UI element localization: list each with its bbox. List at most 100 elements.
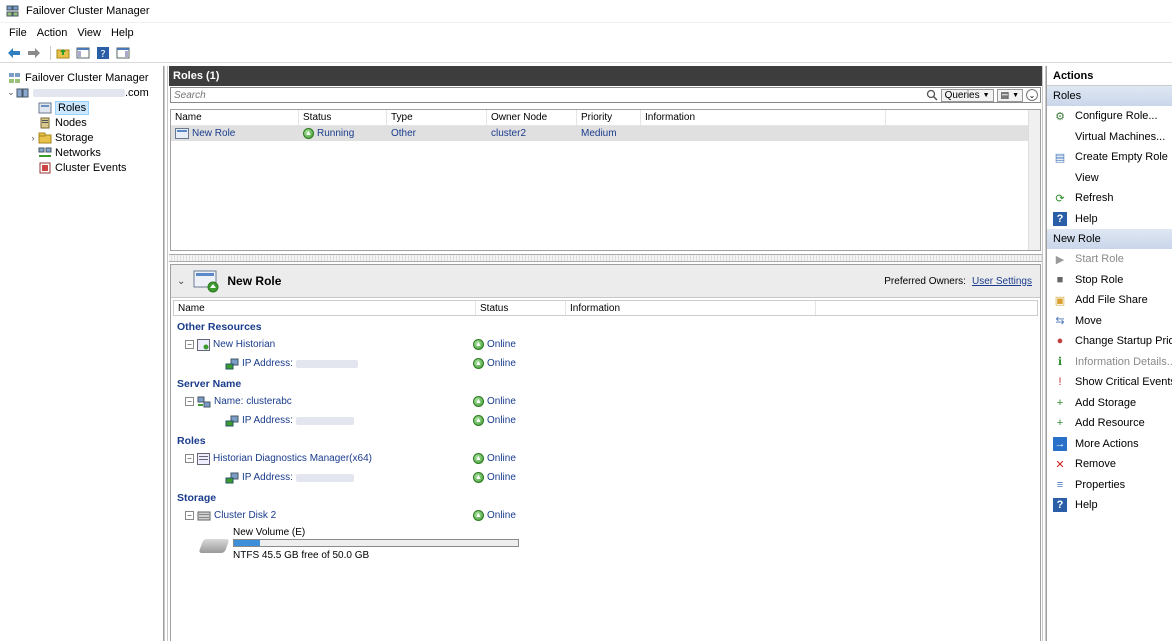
action-configure-role[interactable]: ⚙ Configure Role...	[1047, 106, 1172, 127]
action-start-role[interactable]: ▶ Start Role	[1047, 249, 1172, 270]
up-folder-button[interactable]	[55, 45, 71, 61]
column-header-type[interactable]: Type	[387, 110, 487, 125]
column-header-information[interactable]: Information	[566, 301, 816, 315]
action-label: View	[1075, 171, 1099, 184]
resource-status: Online	[487, 358, 516, 369]
save-query-button[interactable]: ▤ ▼	[996, 88, 1023, 102]
online-status-icon: ▲	[473, 415, 484, 426]
action-change-startup-priority[interactable]: ● Change Startup Priority	[1047, 331, 1172, 352]
more-actions-icon: →	[1053, 436, 1067, 451]
help-toolbar-button[interactable]: ?	[95, 45, 111, 61]
list-item[interactable]: − Name: clusterabc ▲ Online	[171, 392, 1040, 411]
table-row[interactable]: New Role ▲ Running Other cluster2 Medium	[171, 126, 1040, 141]
action-properties[interactable]: ≡ Properties	[1047, 475, 1172, 496]
action-information-details[interactable]: ℹ Information Details...	[1047, 352, 1172, 373]
expand-arrow-icon[interactable]: ›	[28, 133, 38, 143]
role-name: New Role	[192, 128, 236, 139]
forward-button[interactable]	[26, 45, 42, 61]
user-settings-link[interactable]: User Settings	[972, 276, 1032, 287]
ip-address-redacted	[295, 473, 354, 482]
actions-section-header[interactable]: Roles	[1047, 86, 1172, 106]
resource-status-cell: ▲ Online	[473, 396, 516, 407]
expand-chevron-icon[interactable]: ⌄	[6, 87, 16, 98]
tree-root[interactable]: Failover Cluster Manager	[0, 70, 163, 85]
action-refresh[interactable]: ⟳ Refresh	[1047, 188, 1172, 209]
column-header-owner-node[interactable]: Owner Node	[487, 110, 577, 125]
list-item[interactable]: IP Address: ▲ Online	[171, 411, 1040, 430]
action-label: Add File Share	[1075, 294, 1148, 307]
resources-list: Other Resources − New Historian ▲ Online…	[171, 318, 1040, 525]
list-item[interactable]: − Historian Diagnostics Manager(x64) ▲ O…	[171, 449, 1040, 468]
action-pane-toggle-button[interactable]	[115, 45, 131, 61]
tree-root-label: Failover Cluster Manager	[25, 71, 149, 84]
role-priority: Medium	[581, 128, 617, 139]
role-large-icon	[193, 270, 219, 293]
action-create-empty-role[interactable]: ▤ Create Empty Role	[1047, 147, 1172, 168]
column-header-status[interactable]: Status	[299, 110, 387, 125]
collapse-chevron-icon[interactable]: ⌄	[177, 276, 185, 287]
resource-name-cell: IP Address:	[171, 358, 473, 370]
action-show-critical-events[interactable]: ! Show Critical Events	[1047, 372, 1172, 393]
list-item[interactable]: − New Historian ▲ Online	[171, 335, 1040, 354]
collapse-toggle-icon[interactable]: −	[185, 397, 194, 406]
list-item[interactable]: − Cluster Disk 2 ▲ Online	[171, 506, 1040, 525]
tree-item-storage[interactable]: › Storage	[0, 130, 163, 145]
back-arrow-icon	[8, 47, 20, 58]
column-header-name[interactable]: Name	[171, 110, 299, 125]
list-item[interactable]: IP Address: ▲ Online	[171, 354, 1040, 373]
action-move[interactable]: ⇆ Move	[1047, 311, 1172, 332]
actions-section-header[interactable]: New Role	[1047, 229, 1172, 249]
menu-file[interactable]: File	[4, 27, 32, 39]
column-header-information[interactable]: Information	[641, 110, 886, 125]
tree-cluster[interactable]: ⌄ .com	[0, 85, 163, 100]
action-view[interactable]: View	[1047, 168, 1172, 189]
left-splitter[interactable]	[164, 66, 168, 641]
queries-button[interactable]: Queries ▼	[940, 88, 994, 102]
collapse-toggle-icon[interactable]: −	[185, 511, 194, 520]
tree-item-networks[interactable]: Networks	[0, 145, 163, 160]
action-remove[interactable]: ✕ Remove	[1047, 454, 1172, 475]
ip-address-icon	[225, 358, 239, 369]
menu-action[interactable]: Action	[32, 27, 73, 39]
list-item[interactable]: IP Address: ▲ Online	[171, 468, 1040, 487]
resource-status-cell: ▲ Online	[473, 453, 516, 464]
action-label: Help	[1075, 499, 1098, 512]
action-virtual-machines[interactable]: Virtual Machines...	[1047, 127, 1172, 148]
online-status-icon: ▲	[473, 339, 484, 350]
column-header-name[interactable]: Name	[174, 301, 476, 315]
collapse-toggle-icon[interactable]: −	[185, 454, 194, 463]
column-header-priority[interactable]: Priority	[577, 110, 641, 125]
collapse-toggle-icon[interactable]: −	[185, 340, 194, 349]
action-help[interactable]: ? Help	[1047, 495, 1172, 516]
action-add-storage[interactable]: + Add Storage	[1047, 393, 1172, 414]
action-help[interactable]: ? Help	[1047, 209, 1172, 230]
search-icon[interactable]	[926, 89, 938, 101]
role-icon	[175, 128, 189, 139]
tree-item-roles[interactable]: Roles	[0, 100, 163, 115]
show-hide-tree-button[interactable]	[75, 45, 91, 61]
role-owner-node: cluster2	[491, 128, 527, 139]
preferred-owners: Preferred Owners: User Settings	[884, 276, 1040, 287]
search-input[interactable]	[171, 88, 926, 102]
horizontal-splitter[interactable]	[169, 254, 1042, 262]
expand-collapse-icon[interactable]: ⌄	[1026, 89, 1038, 101]
roles-grid-scrollbar[interactable]	[1028, 110, 1040, 250]
column-header-status[interactable]: Status	[476, 301, 566, 315]
menu-view[interactable]: View	[72, 27, 106, 39]
menu-help[interactable]: Help	[106, 27, 139, 39]
back-button[interactable]	[6, 45, 22, 61]
resources-grid-header: Name Status Information	[173, 300, 1038, 316]
action-more-actions[interactable]: → More Actions	[1047, 434, 1172, 455]
action-stop-role[interactable]: ■ Stop Role	[1047, 270, 1172, 291]
actions-title: Actions	[1047, 66, 1172, 86]
action-add-file-share[interactable]: ▣ Add File Share	[1047, 290, 1172, 311]
tree-item-cluster-events[interactable]: Cluster Events	[0, 160, 163, 175]
nodes-icon	[40, 117, 50, 128]
search-bar: Queries ▼ ▤ ▼ ⌄	[170, 87, 1041, 103]
tree-item-nodes[interactable]: Nodes	[0, 115, 163, 130]
ip-address-icon	[225, 415, 239, 426]
action-label: Show Critical Events	[1075, 376, 1172, 389]
window-title: Failover Cluster Manager	[26, 5, 150, 17]
critical-events-icon: !	[1058, 376, 1062, 389]
action-add-resource[interactable]: + Add Resource	[1047, 413, 1172, 434]
